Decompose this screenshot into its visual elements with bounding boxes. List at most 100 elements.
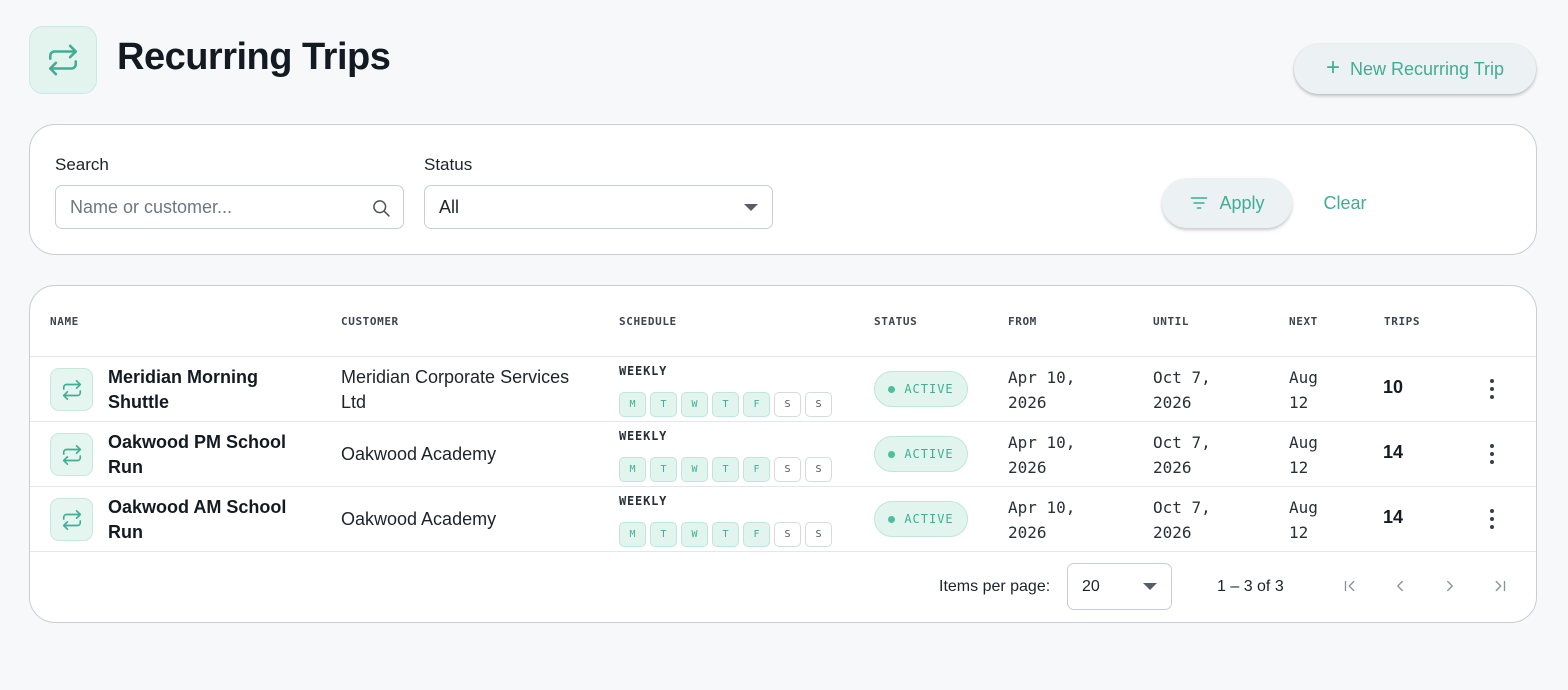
column-header-name[interactable]: NAME (50, 315, 79, 328)
column-header-schedule[interactable]: SCHEDULE (619, 315, 677, 328)
repeat-icon (62, 509, 81, 530)
filter-lines-icon (1191, 197, 1208, 209)
first-page-button[interactable] (1336, 572, 1364, 600)
schedule-frequency: WEEKLY (619, 429, 668, 443)
last-page-button[interactable] (1486, 572, 1514, 600)
column-header-customer[interactable]: CUSTOMER (341, 315, 399, 328)
next-date: Aug 12 (1289, 368, 1318, 412)
status-text: ACTIVE (904, 512, 954, 526)
search-label: Search (55, 155, 109, 174)
page-range-label: 1 – 3 of 3 (1217, 578, 1284, 595)
until-date: Oct 7, 2026 (1153, 433, 1211, 477)
trip-icon (50, 433, 93, 476)
trip-icon (50, 368, 93, 411)
page-icon (29, 26, 97, 94)
schedule-days: M T W T F S S (619, 457, 832, 482)
next-date: Aug 12 (1289, 498, 1318, 542)
until-date: Oct 7, 2026 (1153, 368, 1211, 412)
plus-icon: + (1325, 54, 1340, 81)
status-badge: ACTIVE (874, 371, 968, 407)
more-vertical-icon[interactable] (1478, 373, 1506, 405)
status-badge: ACTIVE (874, 436, 968, 472)
day-chip-wed: W (681, 392, 708, 417)
trips-count: 10 (1383, 377, 1404, 397)
day-chip-fri: F (743, 392, 770, 417)
schedule-days: M T W T F S S (619, 392, 832, 417)
search-field[interactable] (55, 185, 404, 229)
from-date: Apr 10, 2026 (1008, 498, 1076, 542)
day-chip-wed: W (681, 522, 708, 547)
chevron-left-icon (1397, 580, 1403, 592)
from-date: Apr 10, 2026 (1008, 433, 1076, 477)
trip-name[interactable]: Oakwood PM School Run (108, 430, 308, 480)
chevron-right-icon (1447, 580, 1453, 592)
trip-icon (50, 498, 93, 541)
items-per-page-label: Items per page: (939, 578, 1051, 595)
repeat-icon (62, 379, 81, 400)
search-icon[interactable] (371, 198, 391, 218)
trip-name[interactable]: Meridian Morning Shuttle (108, 365, 308, 415)
day-chip-mon: M (619, 522, 646, 547)
schedule-days: M T W T F S S (619, 522, 832, 547)
more-vertical-icon[interactable] (1478, 438, 1506, 470)
new-recurring-trip-label: New Recurring Trip (1349, 58, 1505, 79)
repeat-icon (48, 44, 78, 76)
apply-label: Apply (1219, 192, 1265, 213)
day-chip-fri: F (743, 457, 770, 482)
column-header-next[interactable]: NEXT (1289, 315, 1318, 328)
repeat-icon (62, 444, 81, 465)
new-recurring-trip-button[interactable]: + New Recurring Trip (1294, 44, 1536, 94)
day-chip-sat: S (774, 392, 801, 417)
clear-button[interactable]: Clear (1310, 178, 1380, 228)
day-chip-tue: T (650, 457, 677, 482)
schedule-frequency: WEEKLY (619, 364, 668, 378)
table-row[interactable]: Oakwood PM School Run Oakwood Academy WE… (30, 421, 1536, 486)
status-badge: ACTIVE (874, 501, 968, 537)
search-input[interactable] (56, 186, 356, 228)
day-chip-thu: T (712, 457, 739, 482)
table-row[interactable]: Oakwood AM School Run Oakwood Academy WE… (30, 486, 1536, 551)
day-chip-thu: T (712, 522, 739, 547)
status-select[interactable]: All (424, 185, 773, 229)
day-chip-sat: S (774, 522, 801, 547)
status-select-value: All (439, 197, 460, 217)
chevron-down-icon (744, 204, 758, 211)
more-vertical-icon[interactable] (1478, 503, 1506, 535)
status-text: ACTIVE (904, 447, 954, 461)
schedule-frequency: WEEKLY (619, 494, 668, 508)
day-chip-mon: M (619, 457, 646, 482)
trip-customer: Oakwood Academy (341, 444, 497, 464)
items-per-page-select[interactable]: 20 (1067, 563, 1172, 610)
previous-page-button[interactable] (1386, 572, 1414, 600)
day-chip-mon: M (619, 392, 646, 417)
first-page-icon (1344, 580, 1355, 592)
day-chip-tue: T (650, 392, 677, 417)
chevron-down-icon (1143, 583, 1157, 590)
apply-button[interactable]: Apply (1162, 178, 1292, 228)
column-header-status[interactable]: STATUS (874, 315, 917, 328)
status-dot-icon (888, 385, 896, 393)
status-label: Status (424, 155, 473, 174)
recurring-trips-table: NAME CUSTOMER SCHEDULE STATUS FROM UNTIL… (29, 285, 1537, 623)
day-chip-sun: S (805, 392, 832, 417)
day-chip-tue: T (650, 522, 677, 547)
day-chip-fri: F (743, 522, 770, 547)
day-chip-thu: T (712, 392, 739, 417)
column-header-until[interactable]: UNTIL (1153, 315, 1189, 328)
next-page-button[interactable] (1436, 572, 1464, 600)
table-footer-divider (30, 551, 1536, 552)
day-chip-sun: S (805, 522, 832, 547)
table-row[interactable]: Meridian Morning Shuttle Meridian Corpor… (30, 356, 1536, 421)
status-dot-icon (888, 450, 896, 458)
trip-customer: Oakwood Academy (341, 509, 497, 529)
trips-count: 14 (1383, 507, 1404, 527)
filter-panel: Search Status All Apply Clear (29, 124, 1537, 255)
next-date: Aug 12 (1289, 433, 1318, 477)
until-date: Oct 7, 2026 (1153, 498, 1211, 542)
from-date: Apr 10, 2026 (1008, 368, 1076, 412)
day-chip-wed: W (681, 457, 708, 482)
status-text: ACTIVE (904, 382, 954, 396)
trip-name[interactable]: Oakwood AM School Run (108, 495, 308, 545)
column-header-trips[interactable]: TRIPS (1384, 315, 1420, 328)
column-header-from[interactable]: FROM (1008, 315, 1037, 328)
